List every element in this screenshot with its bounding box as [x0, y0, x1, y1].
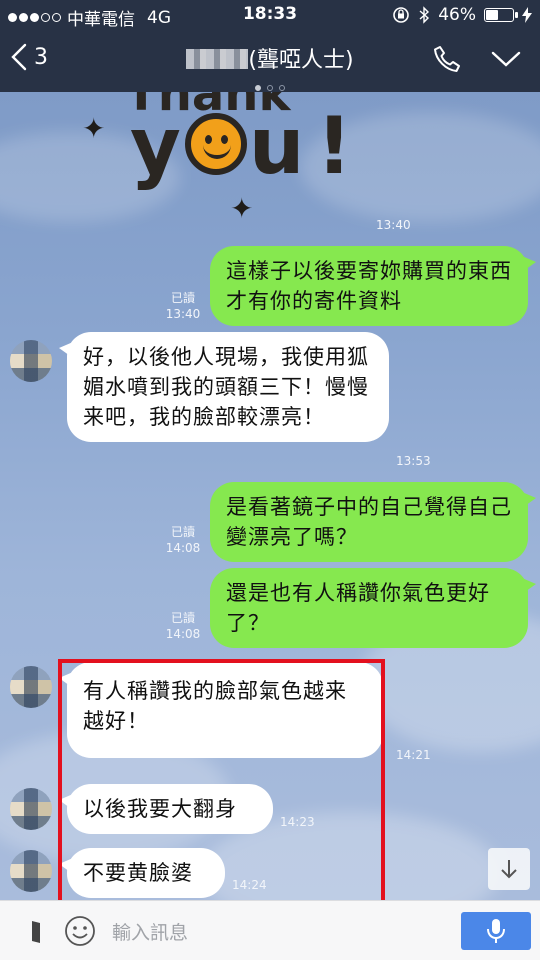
avatar[interactable]: [10, 850, 52, 892]
keyboard-toggle-icon[interactable]: [30, 919, 42, 945]
chat-area[interactable]: Thank y u! ✦ ✦ 13:40 已讀 13:40 這樣子以後要寄妳購買的…: [0, 92, 540, 900]
phone-icon[interactable]: [432, 44, 462, 74]
orientation-lock-icon: [393, 7, 410, 23]
chevron-down-icon[interactable]: [491, 50, 521, 68]
message-bubble-incoming[interactable]: 好，以後他人現場，我使用狐媚水噴到我的頭額三下！慢慢来吧，我的臉部較漂亮！: [59, 332, 389, 442]
message-input[interactable]: 輸入訊息: [112, 918, 188, 945]
message-time: 14:08: [165, 541, 201, 555]
message-bubble-outgoing[interactable]: 是看著鏡子中的自己覺得自己變漂亮了嗎？: [210, 482, 536, 562]
voice-message-button[interactable]: [461, 912, 531, 950]
status-bar: 中華電信 4G 18:33 46%: [0, 0, 540, 30]
avatar[interactable]: [10, 788, 52, 830]
message-input-bar: 輸入訊息: [0, 900, 540, 960]
message-time: 13:40: [165, 307, 201, 321]
message-time: 13:40: [376, 218, 411, 232]
status-right: 46%: [392, 5, 532, 25]
message-time: 14:21: [396, 748, 431, 762]
emoji-icon[interactable]: [64, 915, 96, 947]
avatar[interactable]: [10, 666, 52, 708]
scroll-to-bottom-button[interactable]: [488, 848, 530, 890]
smiley-face-icon: [184, 113, 247, 175]
arrow-down-icon: [501, 860, 517, 879]
bluetooth-icon: [419, 6, 430, 24]
sparkle-icon: ✦: [82, 112, 106, 145]
nav-bar: 3 (聾啞人士): [0, 32, 540, 91]
read-receipt: 已讀 13:40: [165, 291, 201, 321]
chat-title-text: (聾啞人士): [248, 48, 354, 73]
sparkle-icon: ✦: [230, 192, 254, 225]
charging-icon: [522, 7, 532, 23]
sticker-main-text: y u!: [130, 102, 354, 192]
message-time: 14:08: [165, 627, 201, 641]
message-time: 13:53: [396, 454, 431, 468]
message-bubble-outgoing[interactable]: 還是也有人稱讚你氣色更好了？: [210, 568, 536, 648]
read-receipt: 已讀 14:08: [165, 525, 201, 555]
read-receipt: 已讀 14:08: [165, 611, 201, 641]
battery-icon: [484, 8, 518, 22]
avatar[interactable]: [10, 340, 52, 382]
redacted-name: [186, 49, 249, 69]
message-bubble-outgoing[interactable]: 這樣子以後要寄妳購買的東西才有你的寄件資料: [210, 246, 536, 326]
battery-percent: 46%: [438, 5, 476, 25]
microphone-icon: [487, 919, 505, 943]
chat-header: 中華電信 4G 18:33 46% 3 (聾啞人士): [0, 0, 540, 92]
highlight-box: [58, 659, 385, 900]
